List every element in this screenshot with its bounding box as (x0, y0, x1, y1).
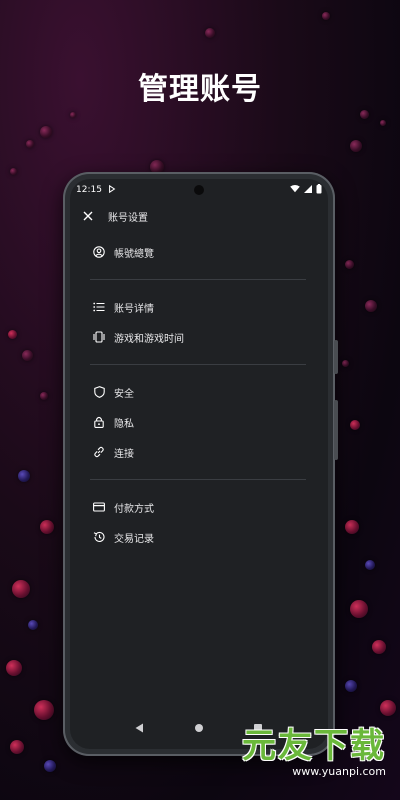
menu-item-label: 连接 (114, 448, 134, 460)
page-title: 账号设置 (108, 212, 148, 224)
menu-item-label: 隐私 (114, 418, 134, 430)
signal-icon (304, 184, 312, 196)
menu-item-label: 账号详情 (114, 303, 154, 315)
battery-icon (316, 183, 322, 197)
status-time: 12:15 (76, 185, 102, 195)
shield-icon (92, 385, 106, 399)
history-icon (92, 530, 106, 544)
menu-item-label: 安全 (114, 388, 134, 400)
phone-frame: 12:15 账号设置 帳號總覽 账号详情 游戏和游戏时间 安全 隐私 连接 付款… (63, 172, 338, 756)
front-camera (194, 185, 204, 195)
divider (90, 364, 306, 365)
link-icon (92, 445, 106, 459)
watermark-title: 元友下载 (242, 726, 386, 766)
back-icon[interactable] (133, 721, 147, 735)
menu-section-details: 账号详情 游戏和游戏时间 (70, 286, 328, 358)
menu-item-label: 交易记录 (114, 533, 154, 545)
menu-item-label: 帳號總覽 (114, 248, 154, 260)
menu-item-security[interactable]: 安全 (70, 377, 328, 407)
credit-card-icon (92, 500, 106, 514)
list-icon (92, 300, 106, 314)
account-circle-icon (92, 245, 106, 259)
page-headline: 管理账号 (138, 72, 262, 107)
menu-item-connections[interactable]: 连接 (70, 437, 328, 467)
divider (90, 279, 306, 280)
menu-section-security: 安全 隐私 连接 (70, 371, 328, 473)
menu-section-payments: 付款方式 交易记录 (70, 486, 328, 558)
close-icon[interactable] (80, 208, 96, 224)
divider (90, 479, 306, 480)
menu-item-transaction-history[interactable]: 交易记录 (70, 522, 328, 552)
game-icon (92, 330, 106, 344)
wifi-icon (290, 184, 300, 196)
menu-item-account-overview[interactable]: 帳號總覽 (70, 237, 328, 267)
phone-screen: 12:15 账号设置 帳號總覽 账号详情 游戏和游戏时间 安全 隐私 连接 付款… (70, 179, 328, 749)
status-bar: 12:15 (70, 179, 328, 201)
power-button (334, 400, 338, 460)
menu-item-label: 游戏和游戏时间 (114, 333, 184, 345)
notification-icon (108, 184, 116, 196)
watermark: 元友下载 www.yuanpi.com (242, 718, 386, 778)
menu-section-overview: 帳號總覽 (70, 231, 328, 273)
app-bar: 账号设置 (70, 201, 328, 231)
menu-item-payment-methods[interactable]: 付款方式 (70, 492, 328, 522)
menu-item-label: 付款方式 (114, 503, 154, 515)
menu-item-games-playtime[interactable]: 游戏和游戏时间 (70, 322, 328, 352)
menu-item-account-details[interactable]: 账号详情 (70, 292, 328, 322)
menu-item-privacy[interactable]: 隐私 (70, 407, 328, 437)
home-icon[interactable] (192, 721, 206, 735)
lock-icon (92, 415, 106, 429)
volume-button (334, 340, 338, 374)
